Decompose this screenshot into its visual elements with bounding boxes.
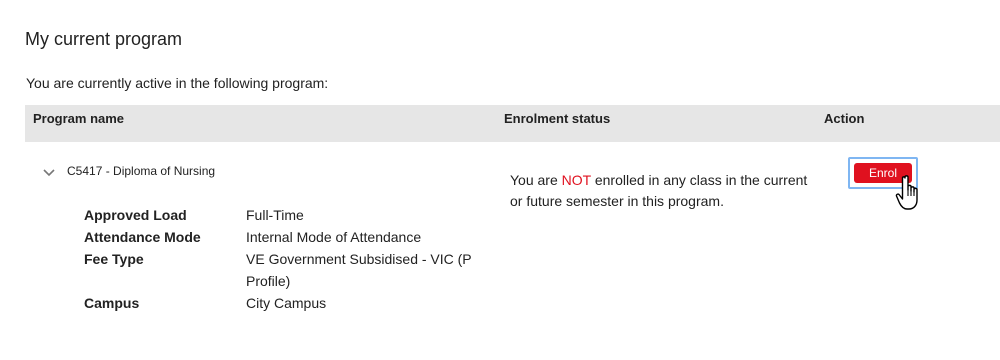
intro-text: You are currently active in the followin…	[26, 75, 329, 91]
action-header: Action	[824, 111, 865, 126]
enrolment-status-header: Enrolment status	[504, 111, 611, 126]
program-name-link[interactable]: C5417 - Diploma of Nursing	[67, 164, 215, 178]
page-title: My current program	[25, 29, 183, 49]
detail-row-fee-type: Fee Type VE Government Subsidised - VIC …	[84, 248, 486, 292]
chevron-down-icon[interactable]	[42, 168, 56, 178]
detail-label: Fee Type	[84, 251, 144, 267]
program-name-header: Program name	[33, 111, 125, 126]
detail-label: Campus	[84, 295, 140, 311]
detail-value: Internal Mode of Attendance	[246, 229, 422, 245]
status-prefix: You are	[510, 172, 562, 188]
detail-label: Attendance Mode	[84, 229, 201, 245]
program-row: C5417 - Diploma of Nursing Approved Load…	[25, 142, 1000, 360]
detail-label: Approved Load	[84, 207, 187, 223]
detail-row-attendance-mode: Attendance Mode Internal Mode of Attenda…	[84, 226, 486, 248]
enrolment-status-text: You are NOT enrolled in any class in the…	[510, 170, 810, 212]
detail-row-approved-load: Approved Load Full-Time	[84, 204, 486, 226]
detail-value: Full-Time	[246, 207, 304, 223]
program-details: Approved Load Full-Time Attendance Mode …	[84, 204, 486, 314]
detail-value: City Campus	[246, 295, 327, 311]
hand-pointer-cursor-icon	[895, 175, 918, 210]
detail-value: VE Government Subsidised - VIC (P Profil…	[246, 251, 472, 289]
status-emphasis: NOT	[561, 172, 591, 188]
my-current-program-page: My current program You are currently act…	[0, 0, 1000, 360]
program-table-header: Program name Enrolment status Action	[25, 105, 1000, 142]
detail-row-campus: Campus City Campus	[84, 292, 486, 314]
